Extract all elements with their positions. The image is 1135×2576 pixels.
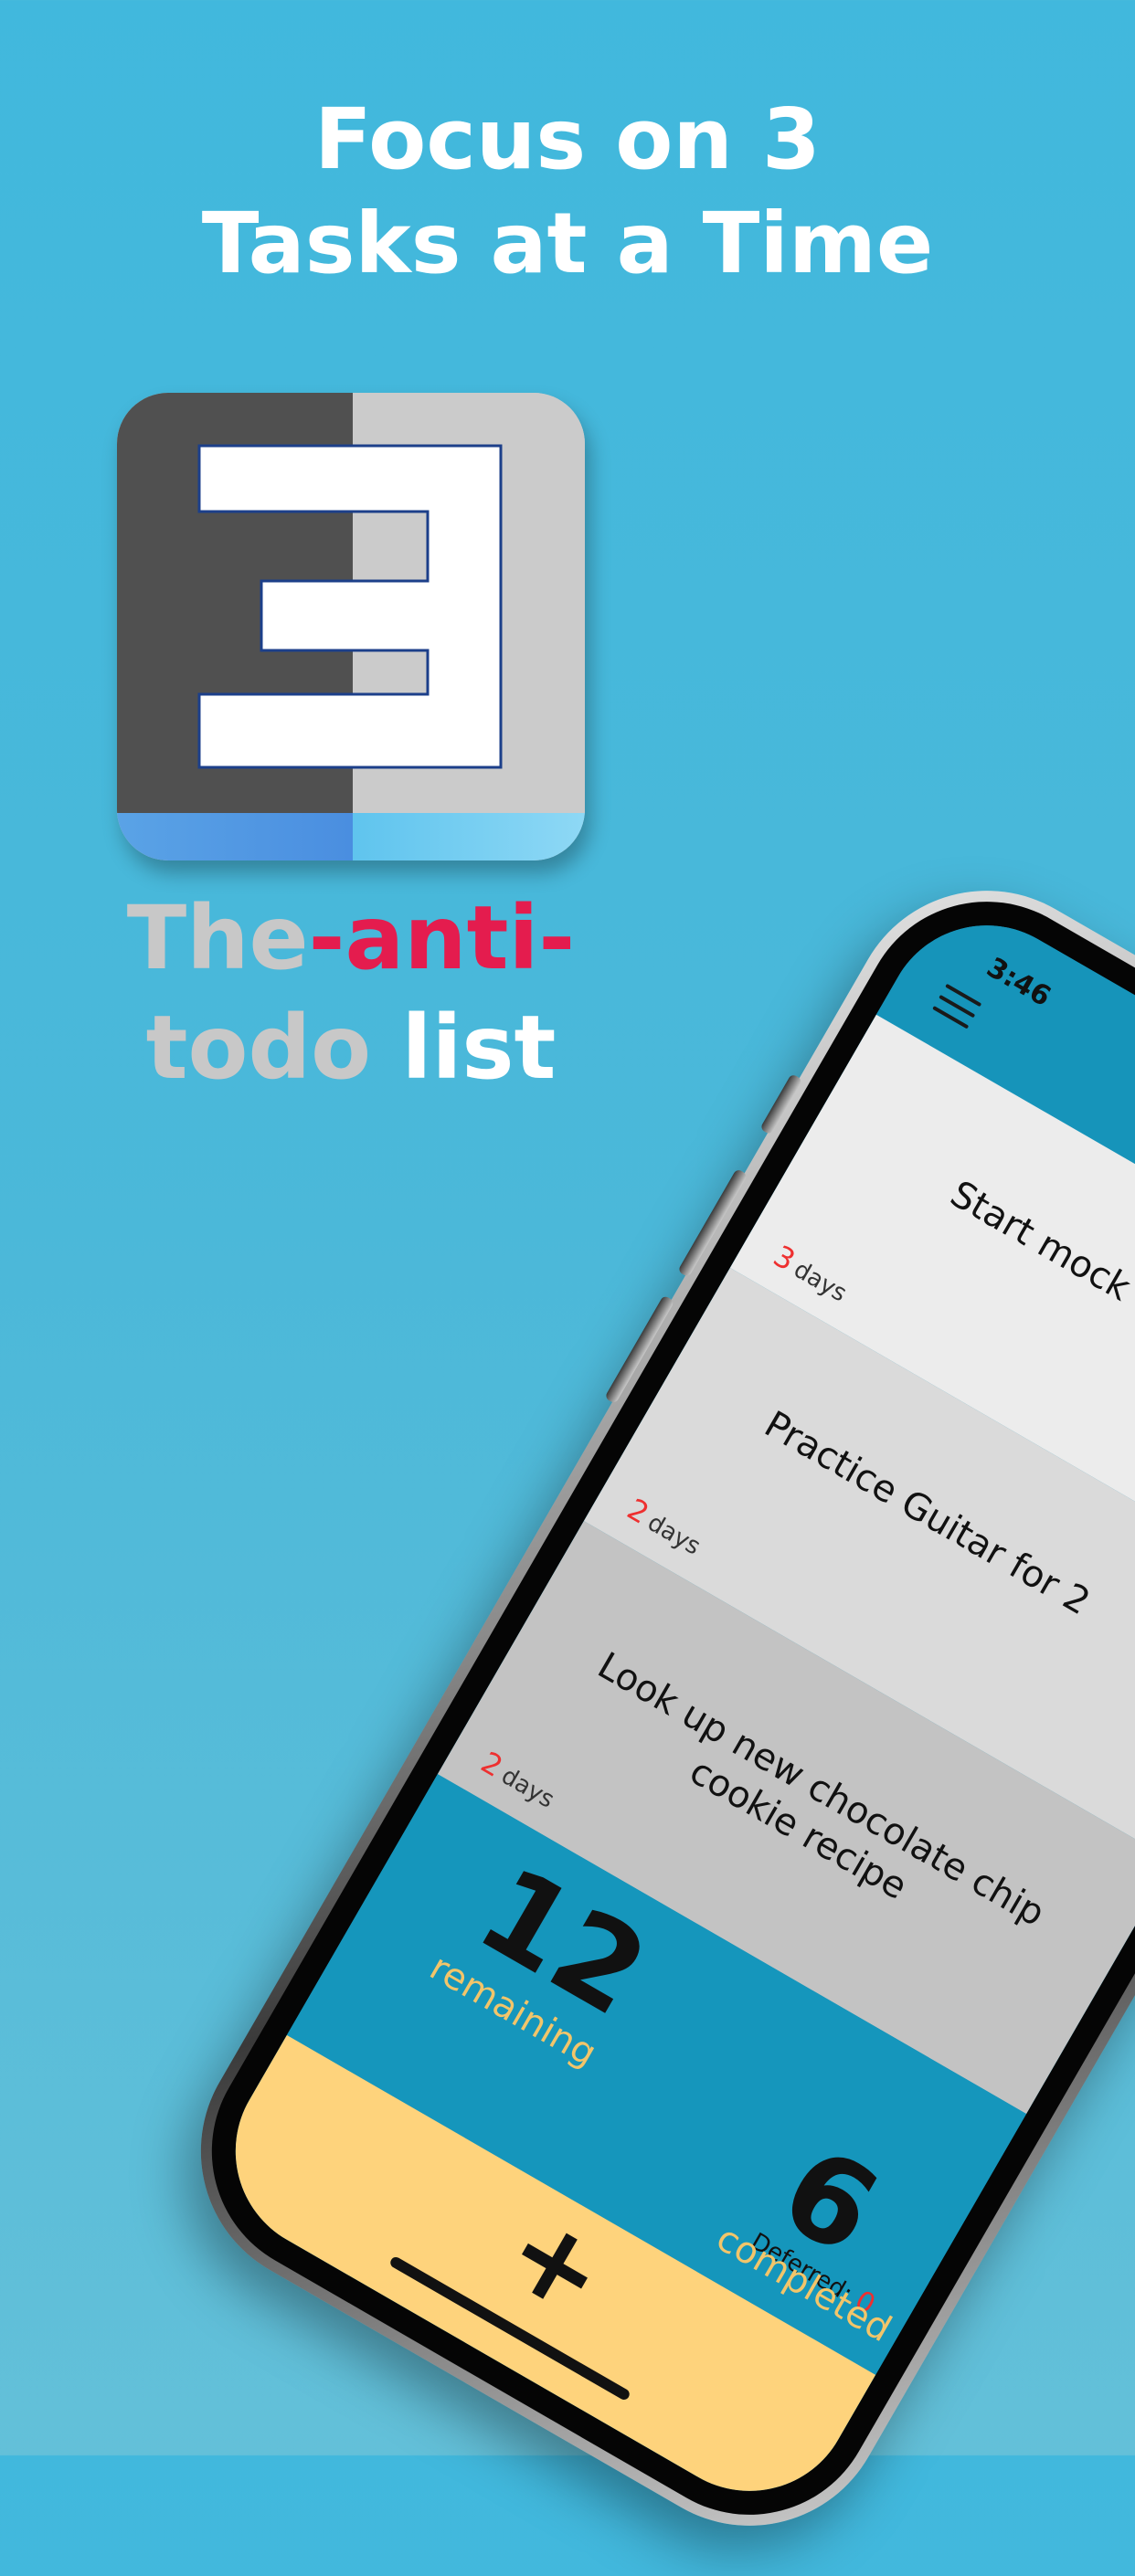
task-days-label: days	[496, 1762, 559, 1814]
tagline-list: list	[401, 997, 557, 1099]
task-days-label: days	[642, 1508, 705, 1561]
three-glyph-icon	[197, 444, 503, 769]
tagline-the: The	[126, 887, 309, 989]
tagline-line-2: todo list	[0, 994, 702, 1102]
tagline-anti: -anti-	[308, 887, 576, 989]
app-icon	[117, 393, 585, 860]
hamburger-menu-icon[interactable]	[931, 983, 982, 1030]
tagline-line-1: The-anti-	[0, 884, 702, 992]
tagline-todo: todo	[145, 997, 372, 1099]
status-time: 3:46	[981, 951, 1056, 1014]
headline-line-1: Focus on 3	[314, 90, 821, 188]
headline: Focus on 3 Tasks at a Time	[0, 88, 1135, 296]
task-days-label: days	[789, 1255, 852, 1308]
headline-line-2: Tasks at a Time	[201, 195, 934, 292]
